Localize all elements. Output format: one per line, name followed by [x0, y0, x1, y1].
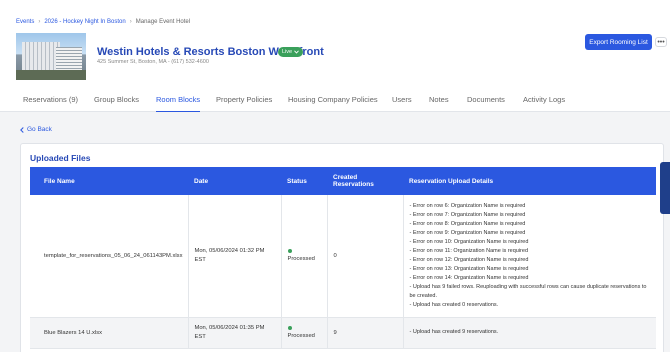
column-header: Date [188, 167, 281, 195]
table-header-row: File Name Date Status Created Reservatio… [30, 167, 656, 195]
feedback-side-tab[interactable] [660, 162, 670, 214]
column-header: Created Reservations [327, 167, 403, 195]
detail-line: - Error on row 12: Organization Name is … [409, 256, 529, 263]
page-header: Events › 2026 - Hockey Night In Boston ›… [0, 0, 670, 112]
detail-line: - Error on row 13: Organization Name is … [409, 265, 529, 272]
column-header: File Name [30, 167, 188, 195]
detail-line: - Error on row 14: Organization Name is … [409, 274, 529, 281]
more-options-icon[interactable]: ••• [655, 37, 667, 47]
go-back-link[interactable]: Go Back [20, 126, 52, 133]
status-badge[interactable]: Live [278, 47, 304, 57]
date-cell: Mon, 05/06/2024 01:32 PM EST [187, 195, 281, 318]
tab-notes[interactable]: Notes [429, 95, 449, 112]
export-rooming-list-button[interactable]: Export Rooming List [585, 34, 652, 50]
detail-line: - Error on row 9: Organization Name is r… [409, 229, 526, 236]
detail-line: - Upload has 9 failed rows. Reuploading … [409, 283, 647, 299]
tab-group-blocks[interactable]: Group Blocks [94, 95, 139, 112]
detail-line: - Error on row 6: Organization Name is r… [409, 202, 526, 209]
breadcrumb-event[interactable]: 2026 - Hockey Night In Boston [44, 19, 125, 25]
table-row: Blue Blazers 14 U.xlsx Mon, 05/06/2024 0… [30, 317, 656, 349]
status-label: Processed [287, 333, 315, 339]
chevron-down-icon [294, 50, 299, 54]
tab-bar: Reservations (9) Group Blocks Room Block… [0, 95, 670, 112]
status-dot-icon [287, 326, 292, 330]
column-header: Status [281, 167, 327, 195]
details-cell: - Upload has created 9 reservations. [402, 317, 656, 349]
panel-title: Uploaded Files [30, 153, 91, 163]
breadcrumb-current: Manage Event Hotel [135, 19, 191, 25]
date-cell: Mon, 05/06/2024 01:35 PM EST [187, 317, 281, 349]
detail-line: - Error on row 10: Organization Name is … [409, 238, 529, 245]
tab-reservations[interactable]: Reservations (9) [23, 95, 78, 112]
status-badge-label: Live [282, 49, 293, 55]
file-name-cell[interactable]: Blue Blazers 14 U.xlsx [30, 317, 188, 349]
tab-housing-company-policies[interactable]: Housing Company Policies [288, 95, 378, 112]
tab-room-blocks[interactable]: Room Blocks [156, 95, 201, 112]
table-row: template_for_reservations_05_06_24_06114… [30, 195, 656, 318]
hotel-address: 425 Summer St, Boston, MA - (617) 532-46… [97, 59, 209, 65]
breadcrumb-events[interactable]: Events [16, 19, 34, 25]
side-tab-label [663, 168, 670, 208]
status-dot-icon [287, 249, 292, 254]
go-back-label: Go Back [27, 126, 52, 133]
tab-documents[interactable]: Documents [467, 95, 505, 112]
uploads-table: File Name Date Status Created Reservatio… [30, 167, 656, 349]
chevron-left-icon [20, 126, 24, 133]
detail-line: - Upload has created 0 reservations. [409, 301, 499, 308]
breadcrumb-separator: › [38, 19, 41, 25]
tab-property-policies[interactable]: Property Policies [216, 95, 272, 112]
details-cell: - Error on row 6: Organization Name is r… [402, 195, 656, 318]
breadcrumb-separator: › [129, 19, 132, 25]
created-count-cell: 0 [326, 195, 403, 318]
tab-users[interactable]: Users [392, 95, 412, 112]
status-cell: Processed [280, 195, 327, 318]
breadcrumb: Events › 2026 - Hockey Night In Boston ›… [16, 19, 190, 25]
status-label: Processed [287, 256, 315, 263]
detail-line: - Error on row 11: Organization Name is … [409, 247, 529, 254]
detail-line: - Error on row 8: Organization Name is r… [409, 220, 526, 227]
hotel-photo [16, 33, 86, 80]
file-name-cell[interactable]: template_for_reservations_05_06_24_06114… [30, 195, 188, 318]
detail-line: - Upload has created 9 reservations. [409, 329, 499, 335]
uploaded-files-panel: Uploaded Files File Name Date Status Cre… [20, 143, 664, 352]
status-cell: Processed [280, 317, 327, 349]
tab-activity-logs[interactable]: Activity Logs [523, 95, 565, 112]
column-header: Reservation Upload Details [403, 167, 656, 195]
created-count-cell: 9 [326, 317, 403, 349]
detail-line: - Error on row 7: Organization Name is r… [409, 211, 526, 218]
